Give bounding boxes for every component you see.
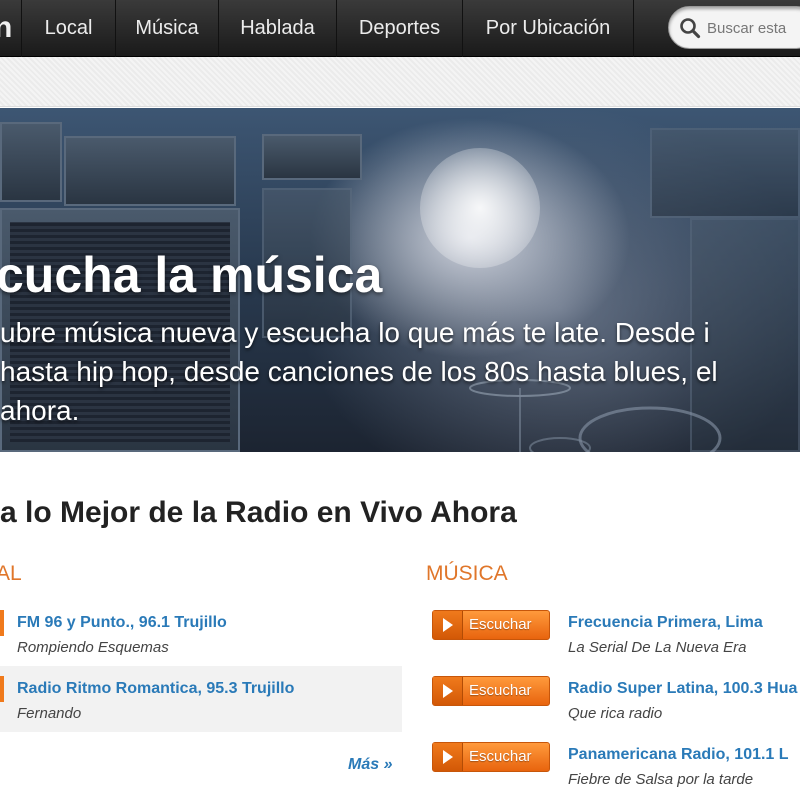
nav-separator bbox=[633, 0, 634, 57]
listen-button-edge[interactable] bbox=[0, 676, 4, 702]
station-description: La Serial De La Nueva Era bbox=[568, 639, 747, 656]
list-item: Escuchar Frecuencia Primera, Lima La Ser… bbox=[424, 600, 800, 666]
section-title: a lo Mejor de la Radio en Vivo Ahora bbox=[0, 496, 517, 529]
list-item: Escuchar Panamericana Radio, 101.1 L Fie… bbox=[424, 732, 800, 798]
nav-item-local[interactable]: Local bbox=[22, 0, 115, 57]
music-heading: MÚSICA bbox=[426, 562, 508, 585]
nav-item-musica[interactable]: Música bbox=[116, 0, 218, 57]
listen-button-label: Escuchar bbox=[469, 616, 532, 633]
listen-button[interactable]: Escuchar bbox=[432, 742, 550, 772]
pattern-strip bbox=[0, 57, 800, 107]
list-item: Escuchar Radio Super Latina, 100.3 Hua Q… bbox=[424, 666, 800, 732]
list-item: FM 96 y Punto., 96.1 Trujillo Rompiendo … bbox=[0, 600, 402, 666]
nav-item-hablada[interactable]: Hablada bbox=[219, 0, 336, 57]
search-icon[interactable] bbox=[679, 17, 701, 39]
hero-banner: cucha la música ubre música nueva y escu… bbox=[0, 108, 800, 452]
station-link[interactable]: FM 96 y Punto., 96.1 Trujillo bbox=[17, 614, 227, 632]
nav-item-deportes[interactable]: Deportes bbox=[337, 0, 462, 57]
amplifier-graphic bbox=[650, 128, 800, 218]
listen-button-edge[interactable] bbox=[0, 610, 4, 636]
hero-description-line: ahora. bbox=[0, 395, 80, 426]
amplifier-graphic bbox=[64, 136, 236, 206]
hero-description-line: ubre música nueva y escucha lo que más t… bbox=[0, 317, 710, 348]
station-description: Que rica radio bbox=[568, 705, 663, 722]
play-icon bbox=[433, 743, 463, 771]
hero-description: ubre música nueva y escucha lo que más t… bbox=[0, 313, 800, 430]
station-description: Rompiendo Esquemas bbox=[17, 639, 169, 656]
station-link[interactable]: Radio Super Latina, 100.3 Hua bbox=[568, 680, 797, 698]
more-link[interactable]: Más » bbox=[348, 756, 392, 774]
list-item: Radio Ritmo Romantica, 95.3 Trujillo Fer… bbox=[0, 666, 402, 732]
local-station-list: FM 96 y Punto., 96.1 Trujillo Rompiendo … bbox=[0, 600, 402, 732]
listen-button-label: Escuchar bbox=[469, 748, 532, 765]
site-logo[interactable]: n bbox=[0, 8, 14, 48]
local-heading: AL bbox=[0, 562, 22, 585]
station-link[interactable]: Frecuencia Primera, Lima bbox=[568, 614, 763, 632]
hero-description-line: hasta hip hop, desde canciones de los 80… bbox=[0, 356, 718, 387]
station-link[interactable]: Radio Ritmo Romantica, 95.3 Trujillo bbox=[17, 680, 294, 698]
listen-button[interactable]: Escuchar bbox=[432, 610, 550, 640]
station-link[interactable]: Panamericana Radio, 101.1 L bbox=[568, 746, 789, 764]
listen-button[interactable]: Escuchar bbox=[432, 676, 550, 706]
play-icon bbox=[433, 677, 463, 705]
amplifier-graphic bbox=[262, 134, 362, 180]
search-input[interactable] bbox=[707, 17, 800, 39]
stage-light bbox=[420, 148, 540, 268]
hero-title: cucha la música bbox=[0, 247, 383, 303]
nav-item-por-ubicacion[interactable]: Por Ubicación bbox=[463, 0, 633, 57]
amplifier-graphic bbox=[0, 122, 62, 202]
search-box[interactable] bbox=[668, 6, 800, 49]
station-description: Fiebre de Salsa por la tarde bbox=[568, 771, 754, 788]
listen-button-label: Escuchar bbox=[469, 682, 532, 699]
top-nav-bar: n Local Música Hablada Deportes Por Ubic… bbox=[0, 0, 800, 57]
station-description: Fernando bbox=[17, 705, 82, 722]
play-icon bbox=[433, 611, 463, 639]
